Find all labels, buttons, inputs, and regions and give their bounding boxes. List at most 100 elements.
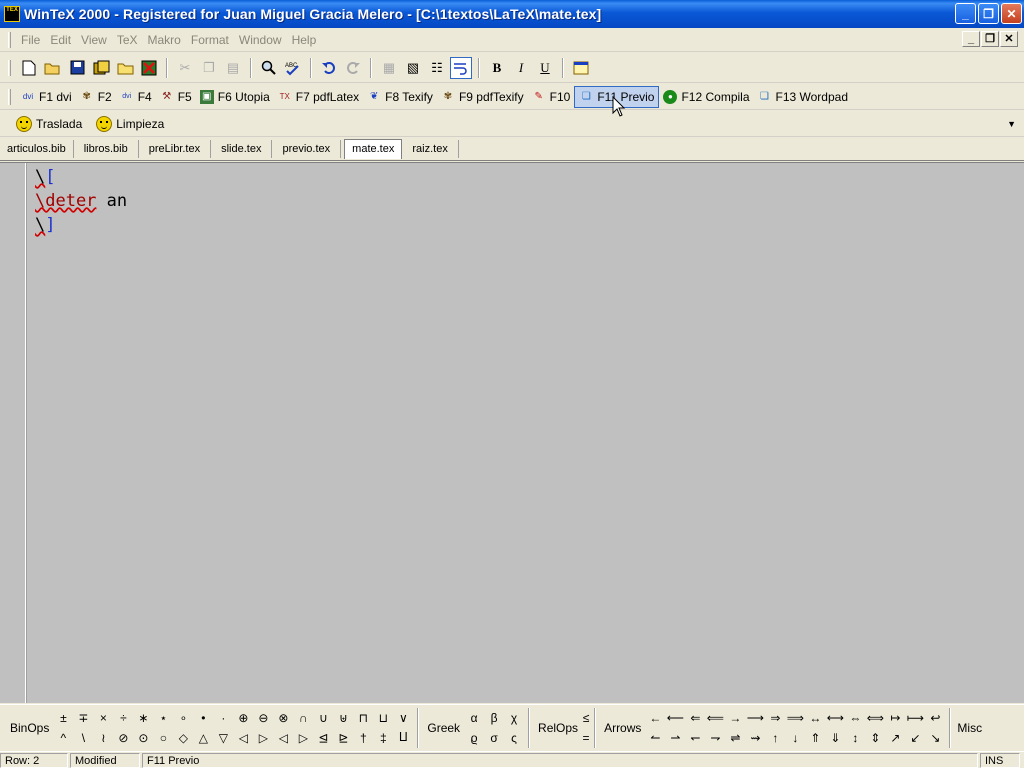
greek-symbol-button[interactable]: β: [484, 708, 504, 728]
binops-symbol-button[interactable]: ∨: [393, 708, 413, 728]
binops-symbol-button[interactable]: ÷: [113, 708, 133, 728]
binops-symbol-button[interactable]: ^: [53, 728, 73, 748]
binops-symbol-button[interactable]: ⊎: [333, 708, 353, 728]
binops-symbol-button[interactable]: ∗: [133, 708, 153, 728]
binops-symbol-button[interactable]: ∪: [313, 708, 333, 728]
binops-symbol-button[interactable]: ×: [93, 708, 113, 728]
binops-symbol-button[interactable]: ◁: [233, 728, 253, 748]
arrows-symbol-button[interactable]: ⇔: [845, 708, 865, 728]
arrows-symbol-button[interactable]: ↼: [645, 728, 665, 748]
relops-symbol-button[interactable]: =: [582, 728, 590, 748]
binops-symbol-button[interactable]: ±: [53, 708, 73, 728]
arrows-category-button[interactable]: Arrows: [600, 721, 645, 735]
arrows-symbol-button[interactable]: ⇑: [805, 728, 825, 748]
tab-libros-bib[interactable]: libros.bib: [74, 139, 139, 158]
underline-button[interactable]: U: [534, 57, 556, 79]
arrows-symbol-button[interactable]: ⟵: [665, 708, 685, 728]
arrows-symbol-button[interactable]: ↽: [685, 728, 705, 748]
arrows-symbol-button[interactable]: ⇀: [665, 728, 685, 748]
f7-pdflatex-button[interactable]: TX F7 pdfLatex: [274, 86, 363, 108]
tab-previo-tex[interactable]: previo.tex: [272, 139, 342, 158]
redo-icon[interactable]: [342, 57, 364, 79]
tab-mate-tex[interactable]: mate.tex: [344, 138, 403, 159]
misc-category-button[interactable]: Misc: [955, 721, 986, 735]
tab-slide-tex[interactable]: slide.tex: [211, 139, 273, 158]
greek-symbol-button[interactable]: χ: [504, 708, 524, 728]
spellcheck-icon[interactable]: ABC: [282, 57, 304, 79]
code-line[interactable]: \deter an: [35, 189, 127, 213]
undo-icon[interactable]: [318, 57, 340, 79]
binops-symbol-button[interactable]: ▷: [253, 728, 273, 748]
binops-symbol-button[interactable]: ‡: [373, 728, 393, 748]
code-line[interactable]: \]: [35, 213, 127, 237]
arrows-symbol-button[interactable]: ↩: [925, 708, 945, 728]
f12-compila-button[interactable]: ● F12 Compila: [659, 86, 753, 108]
arrows-symbol-button[interactable]: ⇕: [865, 728, 885, 748]
binops-symbol-button[interactable]: ⊙: [133, 728, 153, 748]
binops-symbol-button[interactable]: △: [193, 728, 213, 748]
toolbar-grip[interactable]: [8, 59, 11, 76]
text-editor[interactable]: \[ \deter an \]: [0, 162, 1024, 703]
arrows-symbol-button[interactable]: ⟼: [905, 708, 925, 728]
f10-button[interactable]: ✎ F10: [528, 86, 575, 108]
arrows-symbol-button[interactable]: ↕: [845, 728, 865, 748]
f13-wordpad-button[interactable]: ❏ F13 Wordpad: [754, 86, 853, 108]
binops-symbol-button[interactable]: ⊖: [253, 708, 273, 728]
arrows-symbol-button[interactable]: ↙: [905, 728, 925, 748]
binops-symbol-button[interactable]: ◇: [173, 728, 193, 748]
binops-symbol-button[interactable]: ⋆: [153, 708, 173, 728]
arrows-symbol-button[interactable]: ⟺: [865, 708, 885, 728]
arrows-symbol-button[interactable]: ⇓: [825, 728, 845, 748]
f1-dvi-button[interactable]: dvi F1 dvi: [17, 86, 76, 108]
traslada-macro-button[interactable]: Traslada: [16, 115, 82, 132]
bold-button[interactable]: B: [486, 57, 508, 79]
minimize-button[interactable]: _: [955, 3, 976, 24]
doc-close-button[interactable]: ✕: [1000, 31, 1018, 47]
greek-symbol-button[interactable]: ς: [504, 728, 524, 748]
f4-button[interactable]: dvi F4: [116, 86, 156, 108]
limpieza-macro-button[interactable]: Limpieza: [96, 115, 164, 132]
arrows-symbol-button[interactable]: ⟶: [745, 708, 765, 728]
greek-category-button[interactable]: Greek: [423, 721, 464, 735]
arrows-symbol-button[interactable]: ↦: [885, 708, 905, 728]
menu-help[interactable]: Help: [288, 33, 323, 47]
binops-symbol-button[interactable]: ○: [153, 728, 173, 748]
doc-restore-button[interactable]: ❐: [981, 31, 999, 47]
binops-category-button[interactable]: BinOps: [0, 721, 53, 735]
folder-icon[interactable]: [114, 57, 136, 79]
new-file-icon[interactable]: [18, 57, 40, 79]
save-icon[interactable]: [66, 57, 88, 79]
binops-symbol-button[interactable]: ⊵: [333, 728, 353, 748]
binops-symbol-button[interactable]: ▽: [213, 728, 233, 748]
greek-symbol-button[interactable]: α: [464, 708, 484, 728]
arrows-symbol-button[interactable]: ⇁: [705, 728, 725, 748]
binops-symbol-button[interactable]: ≀: [93, 728, 113, 748]
menu-format[interactable]: Format: [187, 33, 235, 47]
doc-minimize-button[interactable]: _: [962, 31, 980, 47]
menu-view[interactable]: View: [77, 33, 113, 47]
binops-symbol-button[interactable]: ⊔: [373, 708, 393, 728]
binops-symbol-button[interactable]: ⊓: [353, 708, 373, 728]
arrows-symbol-button[interactable]: →: [725, 708, 745, 728]
binops-symbol-button[interactable]: ∓: [73, 708, 93, 728]
arrows-symbol-button[interactable]: ↔: [805, 708, 825, 728]
macro1-icon[interactable]: ▦: [378, 57, 400, 79]
binops-symbol-button[interactable]: †: [353, 728, 373, 748]
menu-file[interactable]: File: [17, 33, 46, 47]
tab-prelibr-tex[interactable]: preLibr.tex: [139, 139, 212, 158]
arrows-symbol-button[interactable]: ⟷: [825, 708, 845, 728]
binops-symbol-button[interactable]: ◁: [273, 728, 293, 748]
maximize-button[interactable]: ❐: [978, 3, 999, 24]
close-file-icon[interactable]: [138, 57, 160, 79]
arrows-symbol-button[interactable]: ⇐: [685, 708, 705, 728]
binops-symbol-button[interactable]: ∘: [173, 708, 193, 728]
f5-button[interactable]: ⚒ F5: [156, 86, 196, 108]
menu-tex[interactable]: TeX: [113, 33, 144, 47]
arrows-symbol-button[interactable]: ⟹: [785, 708, 805, 728]
binops-symbol-button[interactable]: ⊴: [313, 728, 333, 748]
menu-window[interactable]: Window: [235, 33, 288, 47]
toolbar-overflow-chevron-icon[interactable]: ▼: [1007, 119, 1016, 129]
menu-grip[interactable]: [8, 31, 11, 48]
binops-symbol-button[interactable]: ·: [213, 708, 233, 728]
calendar-icon[interactable]: [570, 57, 592, 79]
